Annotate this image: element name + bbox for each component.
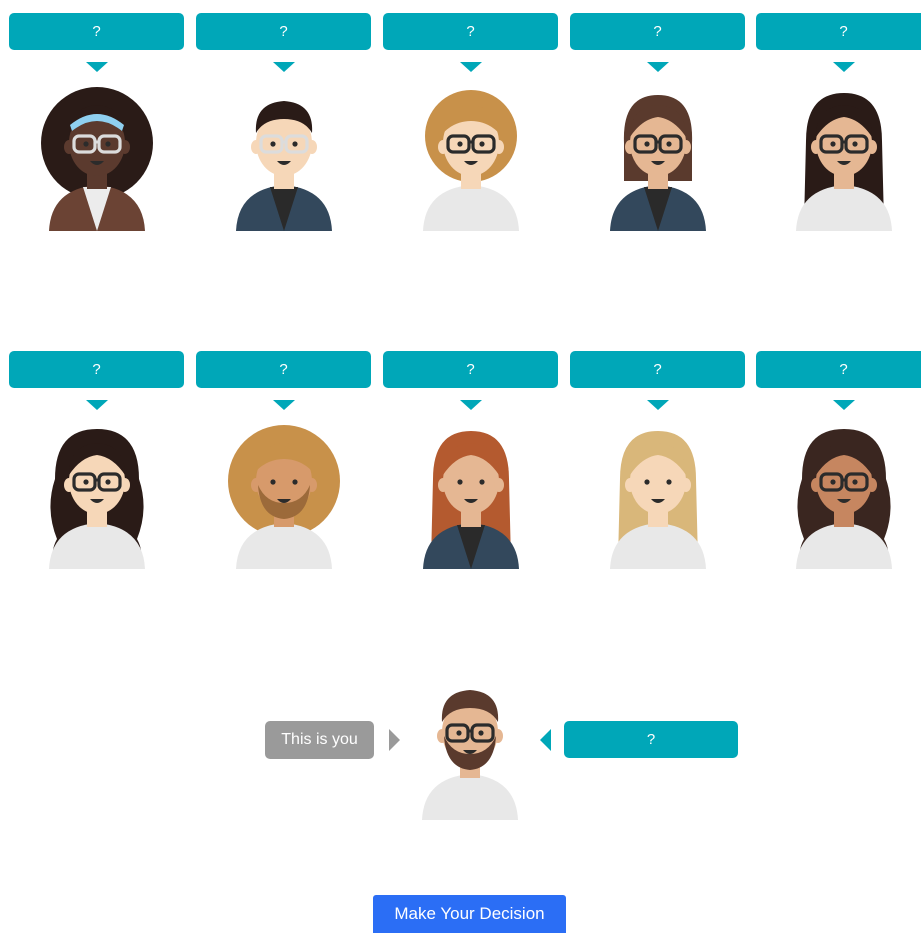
player-avatar xyxy=(411,81,531,231)
player-decision-label[interactable]: ? xyxy=(570,351,745,388)
label-pointer-arrow xyxy=(85,400,108,410)
label-pointer-arrow xyxy=(646,400,669,410)
player-decision-label[interactable]: ? xyxy=(196,13,371,50)
make-decision-button[interactable]: Make Your Decision xyxy=(373,895,566,933)
player-decision-label[interactable]: ? xyxy=(383,13,558,50)
label-pointer-arrow xyxy=(85,62,108,72)
you-tag: This is you xyxy=(265,721,374,759)
your-decision-label[interactable]: ? xyxy=(564,721,738,758)
label-pointer-arrow xyxy=(832,400,855,410)
label-pointer-arrow xyxy=(272,400,295,410)
you-tag-arrow xyxy=(389,729,400,751)
player-avatar xyxy=(784,81,904,231)
player-avatar xyxy=(411,419,531,569)
player-decision-label[interactable]: ? xyxy=(756,351,921,388)
player-decision-label[interactable]: ? xyxy=(9,13,184,50)
player-decision-label[interactable]: ? xyxy=(196,351,371,388)
label-pointer-arrow xyxy=(459,400,482,410)
label-pointer-arrow xyxy=(459,62,482,72)
player-avatar xyxy=(598,419,718,569)
player-avatar xyxy=(224,81,344,231)
label-pointer-arrow xyxy=(832,62,855,72)
label-pointer-arrow xyxy=(272,62,295,72)
player-avatar xyxy=(598,81,718,231)
your-label-arrow xyxy=(540,729,551,751)
player-avatar xyxy=(784,419,904,569)
player-decision-label[interactable]: ? xyxy=(383,351,558,388)
player-decision-label[interactable]: ? xyxy=(9,351,184,388)
your-avatar xyxy=(410,670,530,820)
game-stage: ? ? ? ? ? ? ? ? ? ? This is you ? Make Y… xyxy=(0,0,921,933)
player-decision-label[interactable]: ? xyxy=(756,13,921,50)
player-avatar xyxy=(37,81,157,231)
player-avatar xyxy=(224,419,344,569)
player-decision-label[interactable]: ? xyxy=(570,13,745,50)
player-avatar xyxy=(37,419,157,569)
label-pointer-arrow xyxy=(646,62,669,72)
